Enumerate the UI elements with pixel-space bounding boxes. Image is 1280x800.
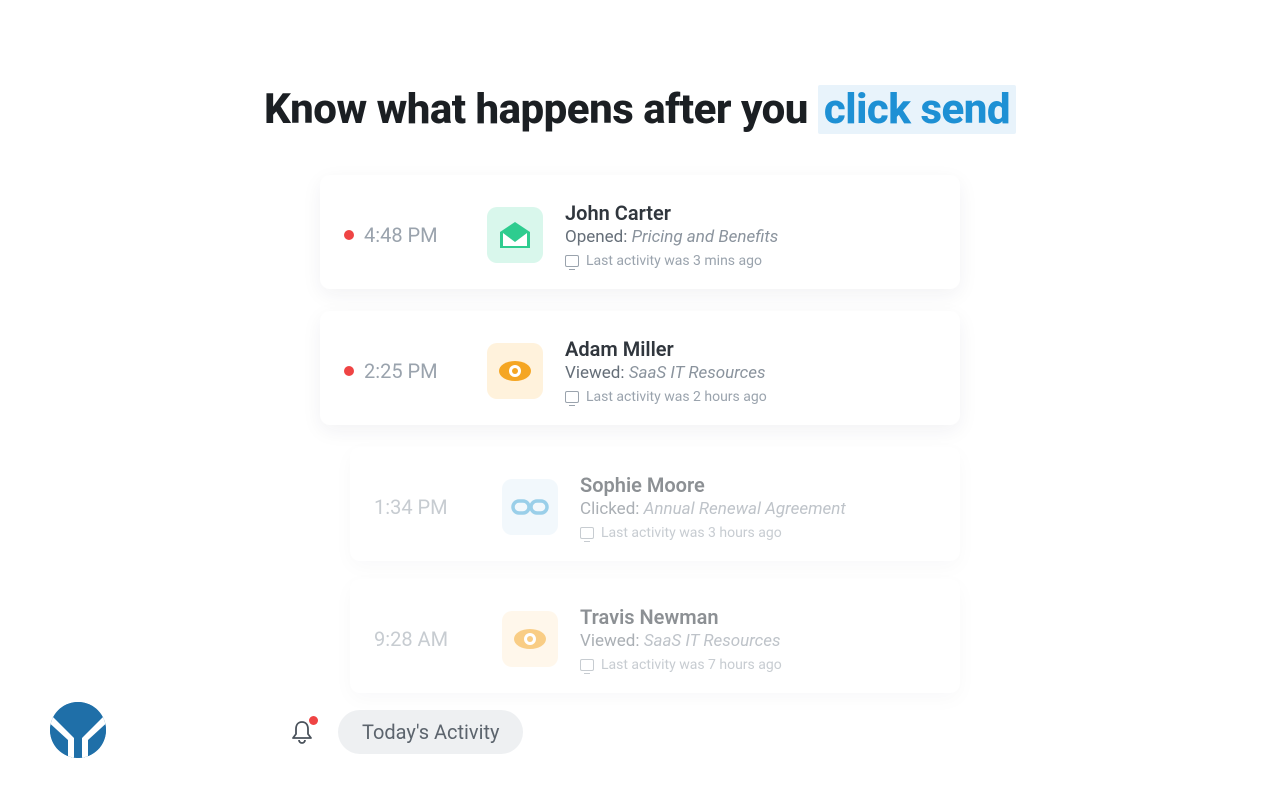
action-line: Clicked: Annual Renewal Agreement <box>580 499 936 519</box>
activity-time: 2:25 PM <box>364 359 438 383</box>
contact-name: John Carter <box>565 201 936 225</box>
action-verb: Viewed: <box>580 631 639 651</box>
activity-card[interactable]: 9:28 AM Travis Newman Viewed: SaaS IT Re… <box>350 579 960 693</box>
action-subject: SaaS IT Resources <box>629 363 766 383</box>
action-subject: Annual Renewal Agreement <box>644 499 846 519</box>
contact-name: Travis Newman <box>580 605 936 629</box>
last-activity-text: Last activity was 3 hours ago <box>601 525 782 541</box>
time-column: 9:28 AM <box>374 627 494 651</box>
action-line: Viewed: SaaS IT Resources <box>580 631 936 651</box>
action-verb: Opened: <box>565 227 627 247</box>
activity-body: Travis Newman Viewed: SaaS IT Resources … <box>580 605 936 673</box>
activity-body: John Carter Opened: Pricing and Benefits… <box>565 201 936 269</box>
last-activity-text: Last activity was 3 mins ago <box>586 253 762 269</box>
contact-name: Adam Miller <box>565 337 936 361</box>
last-activity-text: Last activity was 7 hours ago <box>601 657 782 673</box>
time-column: 4:48 PM <box>344 223 479 247</box>
unread-dot <box>344 366 354 376</box>
time-column: 2:25 PM <box>344 359 479 383</box>
monitor-icon <box>580 527 594 539</box>
activity-feed: 4:48 PM John Carter Opened: Pricing and … <box>320 175 960 711</box>
notification-dot <box>309 716 318 725</box>
monitor-icon <box>565 255 579 267</box>
eye-icon <box>502 611 558 667</box>
last-activity: Last activity was 2 hours ago <box>565 389 936 405</box>
action-subject: Pricing and Benefits <box>632 227 779 247</box>
action-line: Opened: Pricing and Benefits <box>565 227 936 247</box>
time-column: 1:34 PM <box>374 495 494 519</box>
title-highlight: click send <box>818 85 1016 134</box>
activity-time: 9:28 AM <box>374 627 448 651</box>
unread-dot <box>344 230 354 240</box>
brand-logo-icon <box>48 700 108 760</box>
activity-card[interactable]: 2:25 PM Adam Miller Viewed: SaaS IT Reso… <box>320 311 960 425</box>
title-prefix: Know what happens after you <box>264 85 818 134</box>
today-activity-pill[interactable]: Today's Activity <box>338 710 523 754</box>
link-icon <box>502 479 558 535</box>
activity-card[interactable]: 1:34 PM Sophie Moore Clicked: Annual Ren… <box>350 447 960 561</box>
action-verb: Clicked: <box>580 499 639 519</box>
activity-time: 4:48 PM <box>364 223 438 247</box>
last-activity-text: Last activity was 2 hours ago <box>586 389 767 405</box>
notification-bell-icon[interactable] <box>288 718 316 746</box>
last-activity: Last activity was 3 hours ago <box>580 525 936 541</box>
action-line: Viewed: SaaS IT Resources <box>565 363 936 383</box>
activity-body: Sophie Moore Clicked: Annual Renewal Agr… <box>580 473 936 541</box>
last-activity: Last activity was 7 hours ago <box>580 657 936 673</box>
monitor-icon <box>580 659 594 671</box>
activity-card[interactable]: 4:48 PM John Carter Opened: Pricing and … <box>320 175 960 289</box>
action-subject: SaaS IT Resources <box>644 631 781 651</box>
activity-time: 1:34 PM <box>374 495 448 519</box>
activity-body: Adam Miller Viewed: SaaS IT Resources La… <box>565 337 936 405</box>
footer-row: Today's Activity <box>288 710 523 754</box>
action-verb: Viewed: <box>565 363 624 383</box>
monitor-icon <box>565 391 579 403</box>
page-title: Know what happens after you click send <box>0 85 1280 134</box>
envelope-open-icon <box>487 207 543 263</box>
eye-icon <box>487 343 543 399</box>
contact-name: Sophie Moore <box>580 473 936 497</box>
last-activity: Last activity was 3 mins ago <box>565 253 936 269</box>
